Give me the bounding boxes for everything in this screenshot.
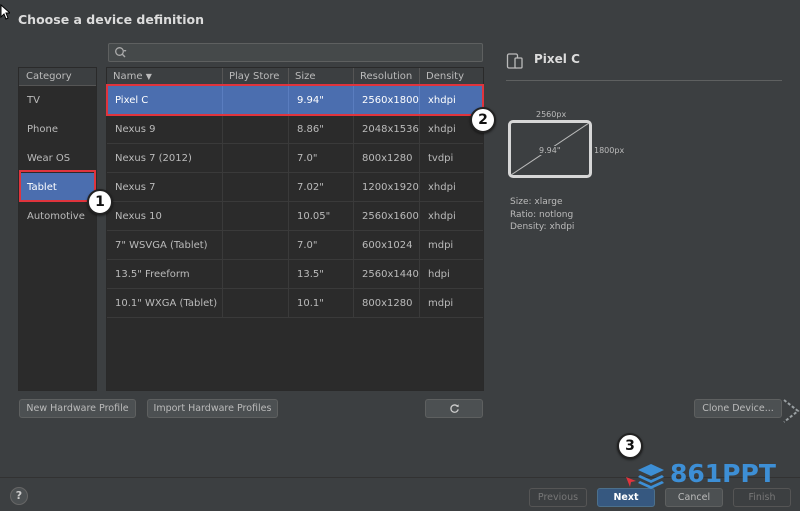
table-row[interactable]: 10.1" WXGA (Tablet) 10.1" 800x1280 mdpi <box>107 289 483 318</box>
cell-resolution: 600x1024 <box>354 231 420 260</box>
search-input[interactable] <box>108 43 483 62</box>
category-item-wear-os[interactable]: Wear OS <box>19 144 96 173</box>
device-tablet-phone-icon <box>506 53 523 69</box>
cell-play-store <box>223 202 289 231</box>
cell-resolution: 2048x1536 <box>354 115 420 144</box>
category-list: Category TV Phone Wear OS Tablet Automot… <box>18 67 97 391</box>
preview-diagonal-label: 9.94" <box>538 146 562 155</box>
preview-title: Pixel C <box>534 52 580 66</box>
import-hardware-profiles-button[interactable]: Import Hardware Profiles <box>147 399 278 418</box>
finish-button[interactable]: Finish <box>733 488 791 507</box>
watermark-logo-icon <box>638 464 664 489</box>
category-header: Category <box>19 68 96 86</box>
table-row[interactable]: Nexus 7 (2012) 7.0" 800x1280 tvdpi <box>107 144 483 173</box>
cell-size: 10.05" <box>289 202 354 231</box>
table-row[interactable]: Nexus 9 8.86" 2048x1536 xhdpi <box>107 115 483 144</box>
cell-play-store <box>223 260 289 289</box>
cell-resolution: 1200x1920 <box>354 173 420 202</box>
preview-density: Density: xhdpi <box>510 222 575 232</box>
cell-size: 7.0" <box>289 231 354 260</box>
table-row[interactable]: 13.5" Freeform 13.5" 2560x1440 hdpi <box>107 260 483 289</box>
table-row[interactable]: 7" WSVGA (Tablet) 7.0" 600x1024 mdpi <box>107 231 483 260</box>
sort-down-icon: ▼ <box>145 72 152 81</box>
preview-divider <box>506 80 782 81</box>
tablet-highlight <box>19 170 96 202</box>
new-hardware-profile-button[interactable]: New Hardware Profile <box>19 399 136 418</box>
cell-density: mdpi <box>428 240 454 251</box>
cell-resolution: 2560x1440 <box>354 260 420 289</box>
step-badge-1: 1 <box>87 189 113 215</box>
cell-size: 13.5" <box>289 260 354 289</box>
cell-play-store <box>223 144 289 173</box>
cell-size: 10.1" <box>289 289 354 318</box>
preview-size: Size: xlarge <box>510 197 563 207</box>
cell-density: tvdpi <box>428 153 454 164</box>
cell-play-store <box>223 173 289 202</box>
clone-device-button[interactable]: Clone Device... <box>694 399 782 418</box>
mouse-pointer-icon <box>0 4 10 20</box>
cell-size: 7.0" <box>289 144 354 173</box>
cell-resolution: 800x1280 <box>354 144 420 173</box>
cell-density: xhdpi <box>428 211 456 222</box>
previous-button[interactable]: Previous <box>529 488 587 507</box>
cell-density: xhdpi <box>428 182 456 193</box>
category-item-phone[interactable]: Phone <box>19 115 96 144</box>
cell-size: 7.02" <box>289 173 354 202</box>
preview-height-label: 1800px <box>594 146 625 155</box>
cell-resolution: 2560x1600 <box>354 202 420 231</box>
search-icon <box>115 47 127 58</box>
category-item-tv[interactable]: TV <box>19 86 96 115</box>
cell-name: Nexus 10 <box>107 202 223 231</box>
refresh-button[interactable] <box>425 399 483 418</box>
help-button[interactable]: ? <box>10 487 28 505</box>
cell-play-store <box>223 289 289 318</box>
cell-density: hdpi <box>428 269 450 280</box>
cell-density: mdpi <box>428 298 454 309</box>
table-row[interactable]: Nexus 10 10.05" 2560x1600 xhdpi <box>107 202 483 231</box>
cell-name: 13.5" Freeform <box>107 260 223 289</box>
refresh-icon <box>449 404 459 413</box>
cell-size: 8.86" <box>289 115 354 144</box>
step-badge-3: 3 <box>617 433 643 459</box>
cell-name: 10.1" WXGA (Tablet) <box>107 289 223 318</box>
cell-play-store <box>223 115 289 144</box>
cell-name: Nexus 7 (2012) <box>107 144 223 173</box>
preview-width-label: 2560px <box>536 110 567 119</box>
pixel-c-highlight <box>106 84 484 116</box>
cancel-button[interactable]: Cancel <box>665 488 723 507</box>
cell-name: Nexus 7 <box>107 173 223 202</box>
next-button[interactable]: Next <box>597 488 655 507</box>
cell-name: 7" WSVGA (Tablet) <box>107 231 223 260</box>
category-item-automotive[interactable]: Automotive <box>19 202 96 231</box>
table-row[interactable]: Nexus 7 7.02" 1200x1920 xhdpi <box>107 173 483 202</box>
preview-ratio: Ratio: notlong <box>510 210 574 220</box>
dialog-title: Choose a device definition <box>18 12 205 27</box>
watermark-text: 861PPT <box>670 459 776 488</box>
edge-arrow-icon <box>783 399 800 423</box>
cell-name: Nexus 9 <box>107 115 223 144</box>
step-badge-2: 2 <box>470 107 496 133</box>
cell-play-store <box>223 231 289 260</box>
cell-resolution: 800x1280 <box>354 289 420 318</box>
